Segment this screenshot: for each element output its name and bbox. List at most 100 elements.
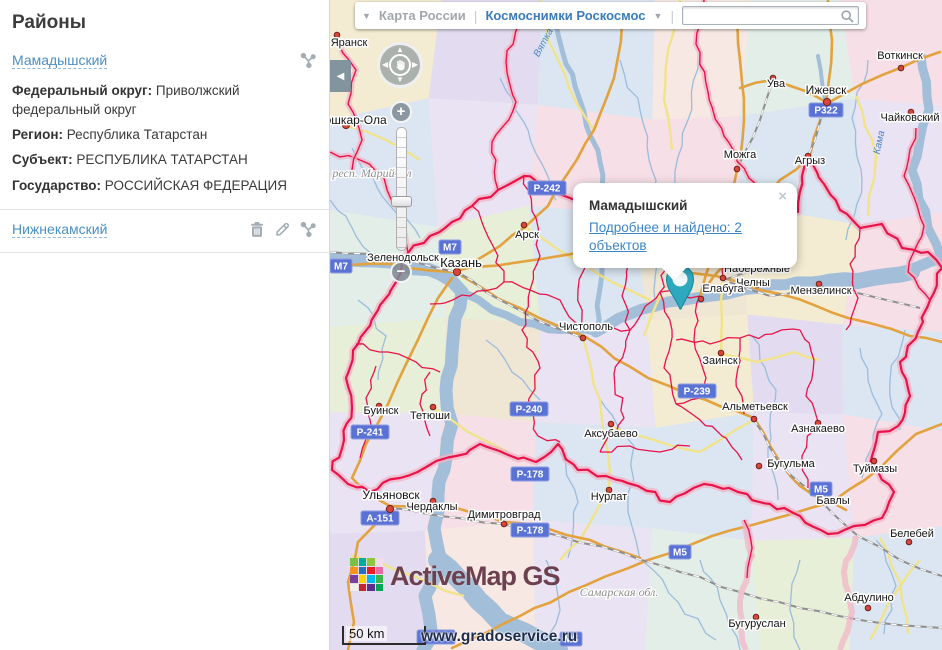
city-label: Бавлы xyxy=(816,495,849,507)
map-container[interactable]: Р-242М7М7Р322Р-241Р-240Р-239Р-178А-151Р-… xyxy=(330,0,942,650)
svg-text:А-151: А-151 xyxy=(366,514,394,525)
map-canvas[interactable]: Р-242М7М7Р322Р-241Р-240Р-239Р-178А-151Р-… xyxy=(330,0,942,650)
city-dot xyxy=(720,275,726,281)
city-label: Ижевск xyxy=(806,83,848,97)
search-icon[interactable] xyxy=(841,10,854,23)
road-badge: Р-239 xyxy=(678,384,716,398)
city-label: Можга xyxy=(724,149,757,161)
city-label: Димитровград xyxy=(467,509,541,521)
city-label: Мензелинск xyxy=(790,285,851,297)
city-label: Бугульма xyxy=(767,458,815,470)
city-label: Абдулино xyxy=(844,592,894,604)
city-dot xyxy=(906,539,912,545)
svg-text:Р-178: Р-178 xyxy=(517,526,544,537)
chevron-down-icon[interactable]: ▼ xyxy=(362,11,371,21)
chevron-down-icon[interactable]: ▼ xyxy=(654,11,663,21)
pencil-icon[interactable] xyxy=(274,221,291,238)
pan-up-arrow-icon[interactable]: ▲ xyxy=(396,46,404,54)
attribute-row: Государство: РОССИЙСКАЯ ФЕДЕРАЦИЯ xyxy=(12,176,317,195)
city-dot xyxy=(430,404,436,410)
activemap-logo-text: ActiveMap GS xyxy=(390,561,560,592)
trash-icon[interactable] xyxy=(249,221,265,238)
divider xyxy=(0,252,329,253)
pan-down-arrow-icon[interactable]: ▼ xyxy=(396,76,404,84)
city-label: Арск xyxy=(515,229,539,241)
svg-text:Р-239: Р-239 xyxy=(684,387,711,398)
popup-details-link[interactable]: Подробнее и найдено: 2 объектов xyxy=(589,220,742,253)
activemap-logo: ActiveMap GS xyxy=(350,556,560,592)
zoom-out-button[interactable]: − xyxy=(390,261,412,283)
svg-text:Р322: Р322 xyxy=(814,106,838,117)
city-label: Яранск xyxy=(331,37,368,49)
city-label: Азнакаево xyxy=(791,423,845,435)
svg-text:Р-178: Р-178 xyxy=(517,470,544,481)
city-label: Йошкар-Ола xyxy=(330,112,387,127)
svg-text:М5: М5 xyxy=(814,485,828,496)
feature-link-nizhnekamsky[interactable]: Нижнекамский xyxy=(12,221,107,238)
divider xyxy=(0,209,329,210)
city-dot xyxy=(698,296,704,302)
feature-row-mamadyshsky: Мамадышский xyxy=(12,52,317,69)
sidebar: Районы Мамадышский Федеральный округ: Пр… xyxy=(0,0,330,650)
city-dot xyxy=(898,65,904,71)
svg-text:Р-241: Р-241 xyxy=(357,428,384,439)
pan-hand-icon[interactable] xyxy=(389,54,411,76)
attribute-row: Регион: Республика Татарстан xyxy=(12,125,317,144)
pan-right-arrow-icon[interactable]: ▶ xyxy=(412,61,418,69)
feature-link-mamadyshsky[interactable]: Мамадышский xyxy=(12,52,107,69)
sidebar-collapse-button[interactable]: ◀ xyxy=(330,60,351,92)
city-label: Тетюши xyxy=(410,410,450,422)
city-dot xyxy=(501,521,507,527)
city-label: Туймазы xyxy=(853,463,897,475)
city-label: Аксубаево xyxy=(584,428,638,440)
svg-text:Р-240: Р-240 xyxy=(516,405,543,416)
road-badge: А-151 xyxy=(361,511,399,525)
zoom-slider-track[interactable] xyxy=(396,127,407,251)
divider: | xyxy=(474,8,478,24)
search-input[interactable] xyxy=(682,6,859,25)
region-label: Самарская обл. xyxy=(580,585,659,599)
pan-left-arrow-icon[interactable]: ◀ xyxy=(382,61,388,69)
road-badge: М7 xyxy=(439,240,461,254)
city-label: Альметьевск xyxy=(722,401,788,413)
popup-tail xyxy=(661,267,687,281)
city-label: Ульяновск xyxy=(362,488,420,502)
divider: | xyxy=(670,8,674,24)
city-label: Чистополь xyxy=(559,321,613,333)
share-icon[interactable] xyxy=(300,52,317,69)
road-badge: Р-240 xyxy=(510,402,548,416)
city-label: Чердаклы xyxy=(406,501,457,513)
road-badge: М5 xyxy=(810,482,832,496)
pan-control[interactable]: ▲ ▼ ◀ ▶ xyxy=(377,42,423,88)
city-label: Агрыз xyxy=(795,155,825,167)
city-dot xyxy=(580,335,586,341)
layer-tab-base-map[interactable]: Карта России xyxy=(379,8,466,23)
svg-text:Р-242: Р-242 xyxy=(534,184,561,195)
city-dot xyxy=(865,605,871,611)
zoom-in-button[interactable]: + xyxy=(390,101,412,123)
road-badge: Р-178 xyxy=(511,467,549,481)
share-icon[interactable] xyxy=(300,221,317,238)
close-icon[interactable]: × xyxy=(778,188,787,205)
city-dot xyxy=(734,166,740,172)
city-label: Казань xyxy=(440,255,482,270)
road-badge: Р-242 xyxy=(528,181,566,195)
map-popup: × Мамадышский Подробнее и найдено: 2 объ… xyxy=(573,183,797,268)
layer-toolbar: ▼ Карта России | Космоснимки Роскосмос ▼… xyxy=(355,2,866,29)
city-dot xyxy=(823,98,830,105)
page-title: Районы xyxy=(12,12,317,34)
layer-tab-satellite[interactable]: Космоснимки Роскосмос xyxy=(485,8,645,23)
feature-row-nizhnekamsky: Нижнекамский xyxy=(12,221,317,238)
scale-bar: 50 km xyxy=(342,626,426,645)
city-label: Ува xyxy=(767,78,786,90)
city-label: Заинск xyxy=(702,355,737,367)
city-dot xyxy=(608,421,614,427)
scale-label: 50 km xyxy=(346,626,387,641)
city-label: Буинск xyxy=(363,405,398,417)
city-label: Белебей xyxy=(890,528,934,540)
watermark: www.gradoservice.ru xyxy=(421,628,577,646)
city-label: Нурлат xyxy=(591,491,627,503)
city-dot xyxy=(756,463,762,469)
city-dot xyxy=(521,222,527,228)
zoom-slider-handle[interactable] xyxy=(391,196,412,207)
